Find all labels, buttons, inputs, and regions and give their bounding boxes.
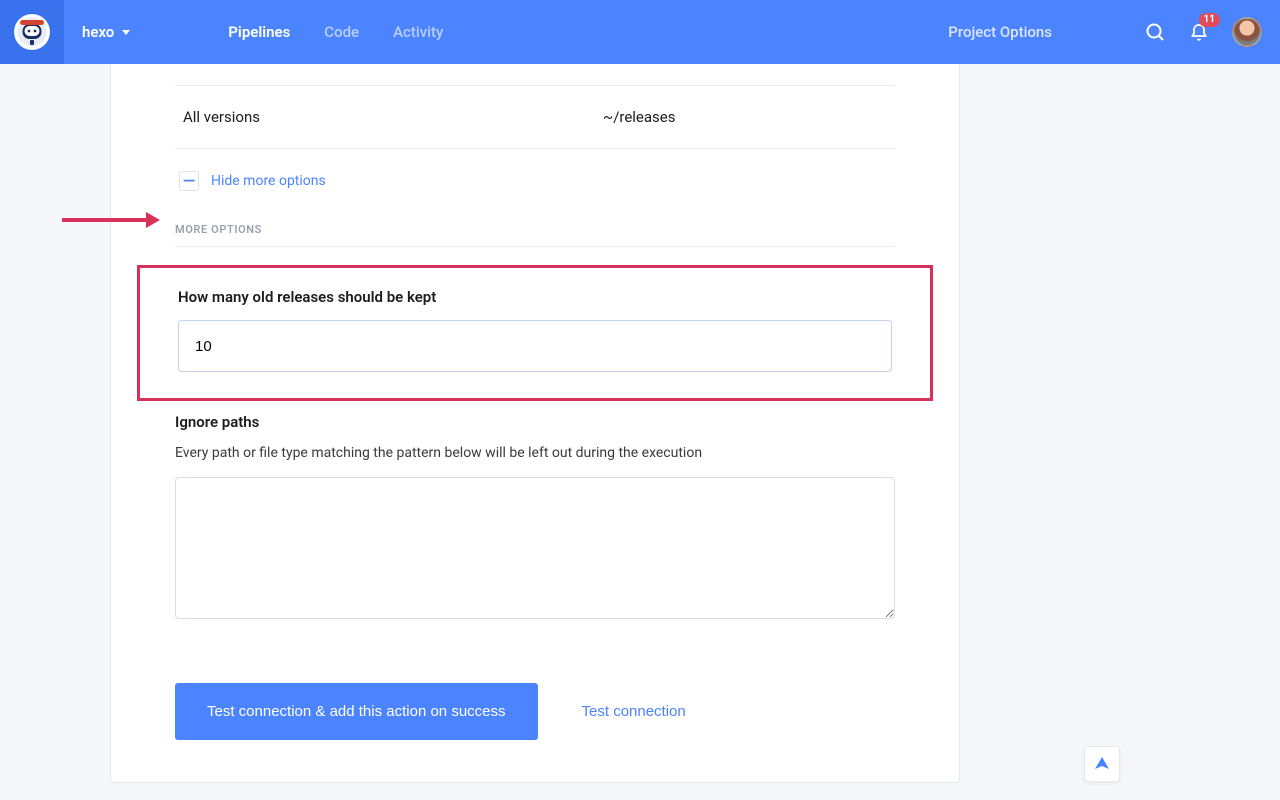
keep-releases-input[interactable] xyxy=(178,320,892,372)
ignore-paths-help: Every path or file type matching the pat… xyxy=(175,445,895,461)
test-connection-button[interactable]: Test connection xyxy=(582,703,686,720)
keep-releases-label: How many old releases should be kept xyxy=(178,288,892,306)
nav-pipelines[interactable]: Pipelines xyxy=(228,23,290,41)
row-value: ~/releases xyxy=(603,108,676,126)
row-label: All versions xyxy=(183,108,603,126)
minus-icon: — xyxy=(179,171,199,191)
test-connection-add-button[interactable]: Test connection & add this action on suc… xyxy=(175,683,538,740)
project-options-link[interactable]: Project Options xyxy=(948,23,1052,41)
project-name-label: hexo xyxy=(82,23,114,41)
ignore-paths-textarea[interactable] xyxy=(175,477,895,619)
nav-activity[interactable]: Activity xyxy=(393,23,443,41)
project-switcher[interactable]: hexo xyxy=(64,23,152,41)
arrow-up-icon xyxy=(1093,755,1111,773)
keep-releases-highlight: How many old releases should be kept xyxy=(137,265,933,401)
toggle-more-options[interactable]: — Hide more options xyxy=(175,149,895,199)
app-logo[interactable] xyxy=(0,0,64,64)
notifications-icon[interactable]: 11 xyxy=(1188,21,1210,43)
row-all-versions: All versions ~/releases xyxy=(175,86,895,149)
astronaut-icon xyxy=(12,12,52,52)
main-nav: Pipelines Code Activity xyxy=(228,23,443,41)
scroll-top-button[interactable] xyxy=(1084,746,1120,782)
topbar: hexo Pipelines Code Activity Project Opt… xyxy=(0,0,1280,64)
ignore-paths-label: Ignore paths xyxy=(175,413,895,431)
notifications-badge: 11 xyxy=(1199,13,1220,27)
actions-row: Test connection & add this action on suc… xyxy=(175,683,895,740)
annotation-arrow-icon xyxy=(60,210,160,230)
caret-down-icon xyxy=(122,30,130,35)
toggle-more-options-label: Hide more options xyxy=(211,173,326,189)
avatar[interactable] xyxy=(1232,17,1262,47)
search-icon[interactable] xyxy=(1144,21,1166,43)
nav-code[interactable]: Code xyxy=(324,23,359,41)
topbar-right: Project Options 11 xyxy=(948,17,1280,47)
settings-card: Version being deployed ~/deploy-cache Al… xyxy=(110,0,960,783)
section-title-more-options: MORE OPTIONS xyxy=(175,199,895,247)
